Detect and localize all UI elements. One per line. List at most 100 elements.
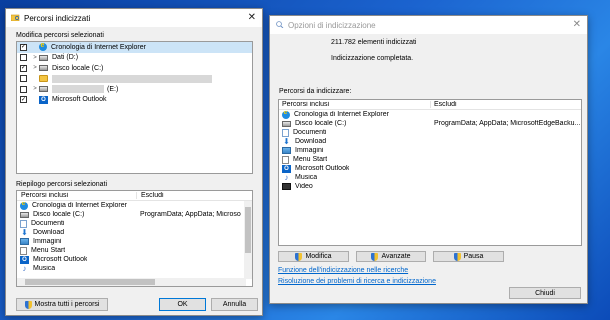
location-row[interactable]: Documenti: [279, 128, 581, 137]
indexing-help-link[interactable]: Funzione dell'indicizzazione nelle ricer…: [278, 267, 408, 274]
outlook-icon: O: [20, 255, 29, 264]
summary-row[interactable]: Menu Start: [17, 246, 252, 255]
drive-icon: [282, 120, 291, 127]
location-row[interactable]: Menu Start: [279, 155, 581, 164]
search-icon: [276, 21, 284, 28]
ie-icon: [20, 201, 28, 210]
summary-row[interactable]: Immagini: [17, 237, 252, 246]
tree-item-label: Dati (D:): [52, 54, 79, 62]
summary-included-text: Documenti: [31, 220, 65, 227]
modify-button[interactable]: Modifica: [278, 251, 349, 262]
cancel-button[interactable]: Annulla: [211, 298, 258, 311]
location-included-cell: O Microsoft Outlook: [279, 164, 431, 173]
location-included-cell: ⬇ Download: [279, 138, 431, 146]
drive-icon: [39, 65, 48, 72]
docs-icon: [282, 128, 289, 137]
indexed-locations-list: Percorsi inclusi Escludi Cronologia di I…: [278, 99, 582, 246]
tree-item-checkbox[interactable]: ✓: [20, 43, 27, 51]
drive-icon: [39, 54, 48, 61]
expand-chevron-icon[interactable]: >: [31, 86, 39, 92]
location-included-cell: Menu Start: [279, 155, 431, 164]
dialog-titlebar[interactable]: Opzioni di indicizzazione ✕: [270, 16, 587, 34]
location-included-text: Cronologia di Internet Explorer: [294, 111, 389, 118]
tree-item[interactable]: > (E:): [17, 84, 252, 95]
location-row[interactable]: Video: [279, 182, 581, 191]
location-included-text: Menu Start: [293, 156, 328, 163]
music-icon: ♪: [284, 173, 289, 182]
close-button[interactable]: Chiudi: [509, 287, 581, 299]
expand-chevron-icon[interactable]: >: [31, 55, 39, 61]
folder-icon: [39, 75, 48, 83]
summary-included-cell: Immagini: [17, 238, 137, 245]
tree-item[interactable]: ✓ Cronologia di Internet Explorer: [17, 42, 252, 53]
tree-item-label: (E:): [107, 85, 119, 93]
dialog-titlebar[interactable]: Percorsi indicizzati ✕: [6, 9, 262, 27]
location-row[interactable]: ⬇ Download: [279, 137, 581, 146]
dialog-title: Percorsi indicizzati: [24, 13, 91, 23]
location-included-cell: Documenti: [279, 128, 431, 137]
download-icon: ⬇: [21, 228, 28, 237]
tree-item-checkbox[interactable]: ✓: [20, 64, 27, 72]
modify-label: Modifica: [305, 253, 332, 260]
tree-item[interactable]: > Dati (D:): [17, 53, 252, 64]
location-included-cell: Immagini: [279, 147, 431, 154]
tree-item-label: Cronologia di Internet Explorer: [51, 43, 146, 51]
advanced-button[interactable]: Avanzate: [356, 251, 426, 262]
list-header: Percorsi inclusi Escludi: [279, 100, 581, 110]
location-row[interactable]: Cronologia di Internet Explorer: [279, 110, 581, 119]
location-row[interactable]: ♪ Musica: [279, 173, 581, 182]
show-all-locations-button[interactable]: Mostra tutti i percorsi: [16, 298, 108, 311]
summary-row[interactable]: ♪ Musica: [17, 264, 252, 273]
ok-button[interactable]: OK: [159, 298, 206, 311]
pause-button[interactable]: Pausa: [433, 251, 504, 262]
summary-included-text: Immagini: [33, 238, 62, 245]
troubleshoot-link[interactable]: Risoluzione dei problemi di ricerca e in…: [278, 278, 436, 285]
location-row[interactable]: Immagini: [279, 146, 581, 155]
location-included-cell: ♪ Musica: [279, 174, 431, 182]
summary-included-text: Cronologia di Internet Explorer: [32, 202, 127, 209]
tree-item-checkbox[interactable]: [20, 75, 27, 83]
indexed-locations-dialog: Percorsi indicizzati ✕ Modifica percorsi…: [5, 8, 263, 316]
summary-row[interactable]: ⬇ Download: [17, 228, 252, 237]
header-excluded[interactable]: Escludi: [431, 101, 457, 108]
expand-chevron-icon[interactable]: >: [31, 65, 39, 71]
tree-item[interactable]: ✓ > Disco locale (C:): [17, 63, 252, 74]
location-included-cell: Disco locale (C:): [279, 120, 431, 127]
ie-icon: [282, 110, 290, 119]
close-icon[interactable]: ✕: [248, 12, 256, 23]
summary-hscroll-thumb[interactable]: [25, 279, 155, 285]
tree-item-checkbox[interactable]: [20, 85, 27, 93]
location-included-text: Download: [295, 138, 327, 145]
tree-item-checkbox[interactable]: [20, 54, 27, 62]
summary-included-cell: ♪ Musica: [17, 265, 137, 273]
summary-included-cell: O Microsoft Outlook: [17, 255, 137, 264]
summary-row[interactable]: Documenti: [17, 219, 252, 228]
tree-item[interactable]: ✓ O Microsoft Outlook: [17, 95, 252, 106]
summary-label: Riepilogo percorsi selezionati: [16, 181, 108, 188]
tree-item[interactable]: [17, 74, 252, 85]
modify-locations-label: Modifica percorsi selezionati: [16, 32, 104, 39]
summary-row[interactable]: Cronologia di Internet Explorer: [17, 201, 252, 210]
summary-hscrollbar[interactable]: [17, 278, 246, 286]
advanced-label: Avanzate: [381, 253, 411, 260]
summary-row[interactable]: O Microsoft Outlook: [17, 255, 252, 264]
location-excluded-cell: ProgramData; AppData; MicrosoftEdgeBacku…: [434, 120, 581, 127]
ie-icon: [39, 42, 47, 52]
summary-row[interactable]: Disco locale (C:) ProgramData; AppData; M…: [17, 210, 252, 219]
tree-item-checkbox[interactable]: ✓: [20, 96, 27, 104]
summary-included-cell: Disco locale (C:): [17, 211, 137, 218]
location-row[interactable]: O Microsoft Outlook: [279, 164, 581, 173]
summary-header-excluded[interactable]: Escludi: [137, 192, 164, 199]
locations-label: Percorsi da indicizzare:: [279, 88, 352, 95]
items-count: 211.782 elementi indicizzati: [331, 39, 417, 46]
summary-header-included[interactable]: Percorsi inclusi: [17, 192, 137, 199]
close-icon[interactable]: ✕: [573, 19, 581, 30]
header-included[interactable]: Percorsi inclusi: [279, 101, 431, 108]
show-all-locations-label: Mostra tutti i percorsi: [34, 301, 100, 308]
shield-icon: [295, 252, 303, 261]
summary-vscroll-thumb[interactable]: [245, 207, 251, 253]
summary-vscrollbar[interactable]: [244, 201, 252, 279]
outlook-icon: O: [282, 164, 291, 173]
location-row[interactable]: Disco locale (C:) ProgramData; AppData; M…: [279, 119, 581, 128]
location-included-text: Documenti: [293, 129, 327, 136]
